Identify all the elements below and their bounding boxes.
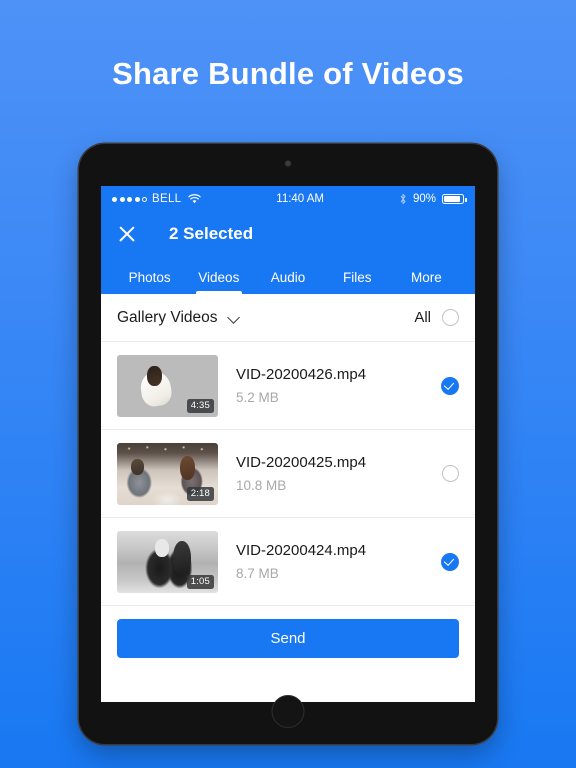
status-bar-left: BELL bbox=[112, 193, 202, 205]
status-bar: BELL 11:40 AM 90% bbox=[101, 186, 475, 212]
video-duration-badge: 2:18 bbox=[186, 486, 214, 501]
signal-strength-icon bbox=[112, 196, 147, 202]
tab-photos[interactable]: Photos bbox=[115, 256, 184, 294]
battery-percent: 90% bbox=[412, 193, 436, 205]
tab-bar: Photos Videos Audio Files More bbox=[101, 256, 475, 294]
tab-videos[interactable]: Videos bbox=[184, 256, 253, 294]
carrier-name: BELL bbox=[152, 193, 182, 205]
video-meta: VID-20200425.mp4 10.8 MB bbox=[236, 454, 442, 493]
wifi-icon bbox=[188, 194, 202, 204]
close-icon[interactable] bbox=[117, 224, 137, 244]
tab-videos-label: Videos bbox=[198, 270, 240, 285]
video-file-size: 10.8 MB bbox=[236, 478, 287, 493]
video-file-name: VID-20200424.mp4 bbox=[236, 542, 367, 559]
page-title: Share Bundle of Videos bbox=[112, 56, 464, 91]
select-all-control[interactable]: All bbox=[414, 309, 459, 326]
beach-wedding-thumbnail: 4:35 bbox=[117, 354, 218, 417]
status-bar-right: 90% bbox=[399, 193, 467, 205]
battery-icon bbox=[442, 194, 467, 204]
send-button[interactable]: Send bbox=[117, 619, 459, 658]
status-bar-clock: 11:40 AM bbox=[276, 193, 325, 205]
tab-files-label: Files bbox=[342, 270, 372, 285]
select-all-label: All bbox=[414, 309, 431, 326]
tablet-device-frame: BELL 11:40 AM 90% 2 Selected Photos Vide… bbox=[79, 144, 497, 744]
list-item[interactable]: 2:18 VID-20200425.mp4 10.8 MB bbox=[101, 430, 475, 518]
gallery-source-label: Gallery Videos bbox=[117, 308, 218, 326]
video-file-name: VID-20200425.mp4 bbox=[236, 454, 367, 471]
video-meta: VID-20200426.mp4 5.2 MB bbox=[236, 366, 441, 405]
select-all-radio[interactable] bbox=[442, 309, 459, 326]
bluetooth-icon bbox=[399, 193, 407, 205]
video-file-name: VID-20200426.mp4 bbox=[236, 366, 367, 383]
video-file-size: 5.2 MB bbox=[236, 390, 279, 405]
front-camera-icon bbox=[285, 161, 291, 166]
video-duration-badge: 4:35 bbox=[186, 398, 214, 413]
tab-photos-label: Photos bbox=[128, 270, 171, 285]
tablet-screen: BELL 11:40 AM 90% 2 Selected Photos Vide… bbox=[101, 186, 475, 702]
video-select-checkbox-unchecked[interactable] bbox=[442, 465, 459, 482]
app-header-top: 2 Selected bbox=[101, 212, 475, 256]
video-list: 4:35 VID-20200426.mp4 5.2 MB 2:18 VID-20… bbox=[101, 342, 475, 606]
video-file-size: 8.7 MB bbox=[236, 566, 279, 581]
tab-audio-label: Audio bbox=[270, 270, 306, 285]
bw-embrace-thumbnail: 1:05 bbox=[117, 530, 218, 593]
video-meta: VID-20200424.mp4 8.7 MB bbox=[236, 542, 441, 581]
app-header: 2 Selected Photos Videos Audio Files Mor… bbox=[101, 212, 475, 294]
home-button[interactable] bbox=[271, 695, 305, 728]
gallery-source-header: Gallery Videos All bbox=[101, 294, 475, 342]
couch-couple-thumbnail: 2:18 bbox=[117, 442, 218, 505]
video-select-checkbox-checked[interactable] bbox=[441, 552, 459, 571]
tab-audio[interactable]: Audio bbox=[253, 256, 322, 294]
send-bar: Send bbox=[101, 606, 475, 673]
tab-more[interactable]: More bbox=[392, 256, 461, 294]
selected-count-title: 2 Selected bbox=[169, 224, 254, 243]
chevron-down-icon[interactable] bbox=[229, 312, 240, 323]
tab-more-label: More bbox=[411, 270, 442, 285]
list-item[interactable]: 1:05 VID-20200424.mp4 8.7 MB bbox=[101, 518, 475, 606]
video-duration-badge: 1:05 bbox=[186, 574, 214, 589]
tab-files[interactable]: Files bbox=[323, 256, 392, 294]
tab-indicator bbox=[195, 290, 242, 294]
list-item[interactable]: 4:35 VID-20200426.mp4 5.2 MB bbox=[101, 342, 475, 430]
video-select-checkbox-checked[interactable] bbox=[441, 376, 459, 395]
